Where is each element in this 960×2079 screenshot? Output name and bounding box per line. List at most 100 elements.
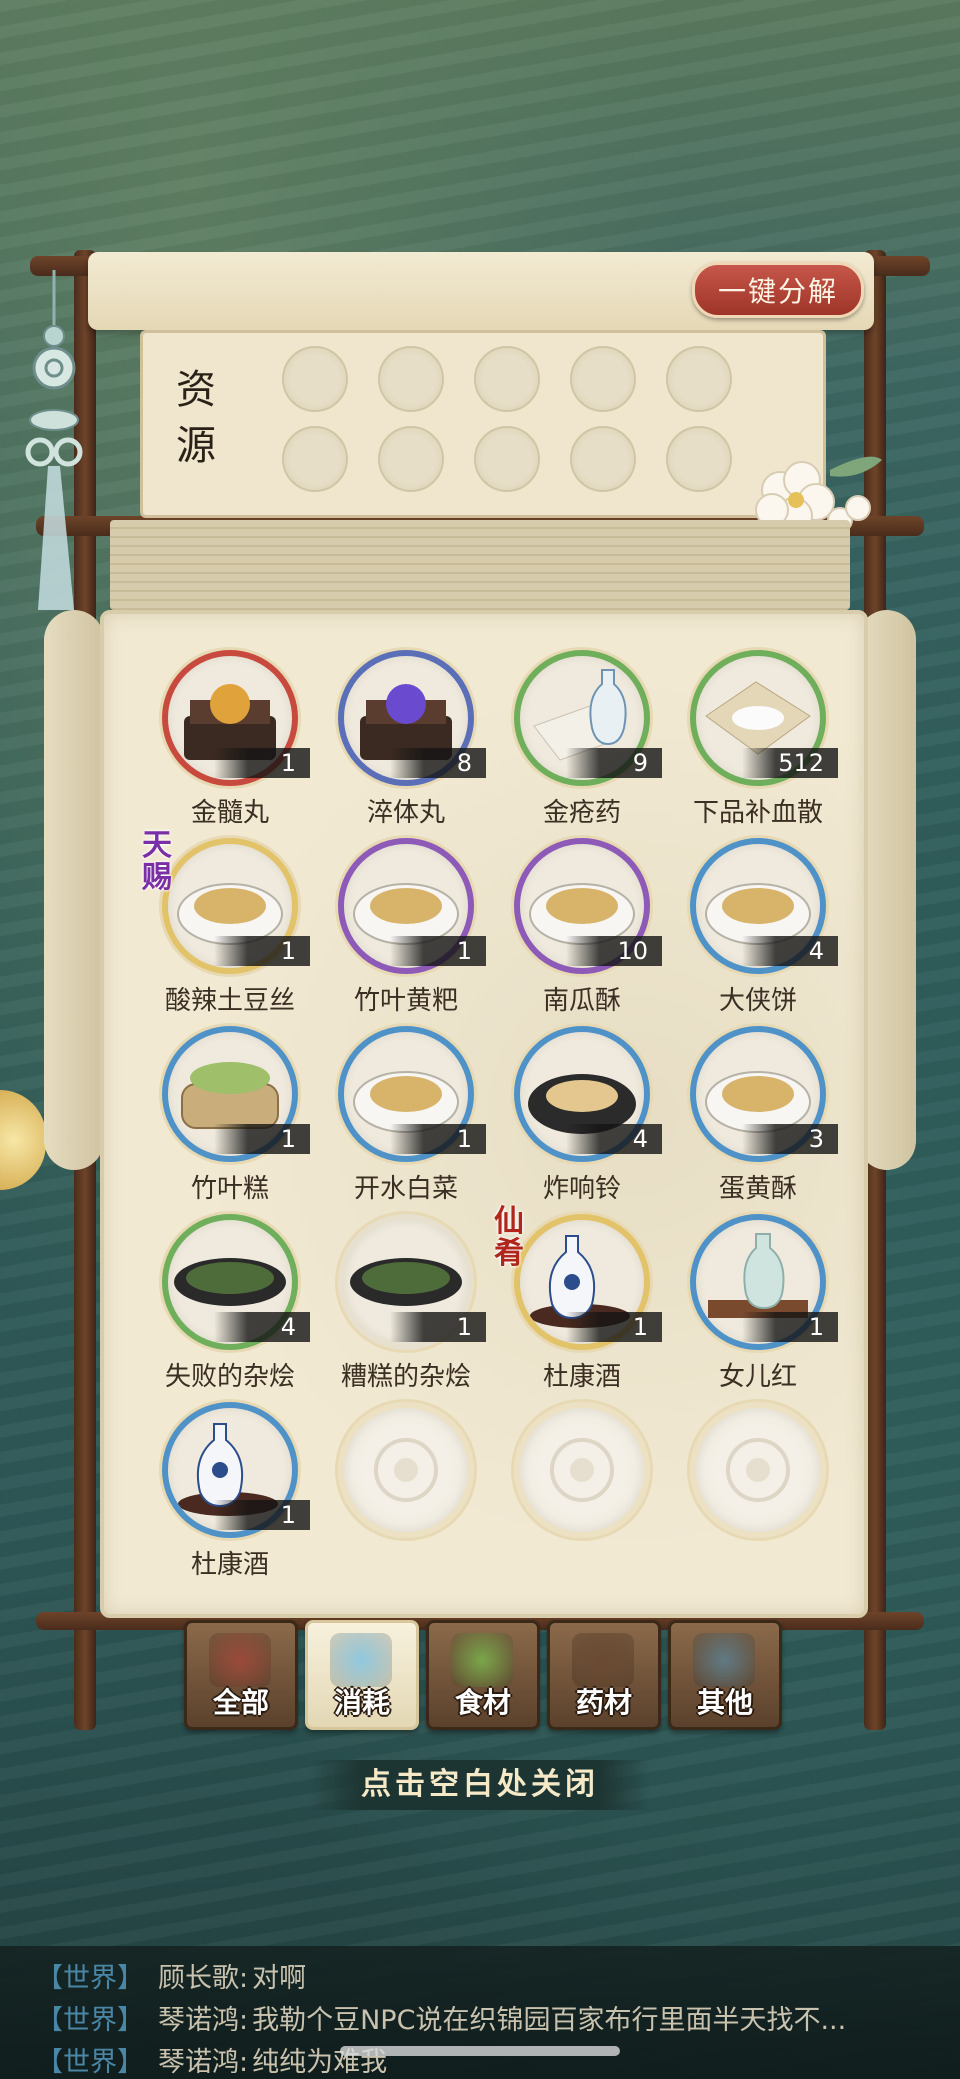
item-name: 杜康酒 bbox=[190, 1550, 269, 1580]
item-count: 9 bbox=[566, 748, 662, 778]
tab-icon bbox=[330, 1633, 392, 1687]
item-name: 开水白菜 bbox=[353, 1174, 458, 1204]
empty-slot-icon bbox=[338, 1402, 474, 1538]
resource-slot[interactable] bbox=[570, 426, 636, 492]
resource-slot[interactable] bbox=[378, 426, 444, 492]
home-indicator[interactable] bbox=[340, 2046, 620, 2056]
item-name: 炸响铃 bbox=[542, 1174, 621, 1204]
resource-slot[interactable] bbox=[474, 426, 540, 492]
inventory-item[interactable]: 1 竹叶黄粑 bbox=[318, 838, 488, 1018]
tab-label: 食材 bbox=[454, 1686, 511, 1719]
item-name: 金髓丸 bbox=[190, 798, 269, 828]
item-name: 南瓜酥 bbox=[542, 986, 621, 1016]
inventory-item[interactable]: 1 开水白菜 bbox=[318, 1026, 488, 1206]
item-name: 淬体丸 bbox=[366, 798, 445, 828]
world-chat-panel[interactable]: 【世界】 顾长歌: 对啊 【世界】 琴诺鸿: 我勒个豆NPC说在织锦园百家布行里面半天找不… bbox=[0, 1946, 960, 2079]
item-count: 1 bbox=[214, 1124, 310, 1154]
chat-message: 【世界】 琴诺鸿: 纯纯为难我 bbox=[36, 2040, 387, 2079]
item-count: 1 bbox=[566, 1312, 662, 1342]
chat-channel: 【世界】 bbox=[36, 2047, 144, 2078]
tab-icon bbox=[693, 1633, 755, 1687]
chat-speaker: 琴诺鸿: bbox=[158, 2005, 249, 2036]
tab-all[interactable]: 全部 bbox=[184, 1620, 298, 1730]
inventory-item[interactable]: 3 蛋黄酥 bbox=[670, 1026, 840, 1206]
item-count: 4 bbox=[566, 1124, 662, 1154]
resource-title: 资源 bbox=[176, 367, 216, 469]
inventory-item[interactable]: 1 酸辣土豆丝 天赐 bbox=[142, 830, 312, 1018]
rolled-bamboo-curtain bbox=[110, 520, 850, 610]
chat-speaker: 顾长歌: bbox=[158, 1963, 249, 1994]
item-count: 1 bbox=[214, 748, 310, 778]
resource-slot[interactable] bbox=[474, 346, 540, 412]
resource-slot[interactable] bbox=[282, 346, 348, 412]
chat-channel: 【世界】 bbox=[36, 2005, 144, 2036]
item-name: 竹叶糕 bbox=[190, 1174, 269, 1204]
item-count: 1 bbox=[214, 1500, 310, 1530]
item-name: 蛋黄酥 bbox=[718, 1174, 797, 1204]
one-click-decompose-button[interactable]: 一键分解 bbox=[692, 262, 864, 318]
item-name: 下品补血散 bbox=[692, 798, 823, 828]
inventory-item[interactable]: 4 炸响铃 bbox=[494, 1026, 664, 1206]
empty-slot-icon bbox=[690, 1402, 826, 1538]
chat-message: 【世界】 琴诺鸿: 我勒个豆NPC说在织锦园百家布行里面半天找不... bbox=[36, 1998, 846, 2037]
empty-item-slot[interactable] bbox=[318, 1402, 488, 1582]
item-quality-tag: 天赐 bbox=[142, 828, 172, 895]
tab-herb[interactable]: 药材 bbox=[547, 1620, 661, 1730]
resource-slot[interactable] bbox=[570, 346, 636, 412]
chat-message: 【世界】 顾长歌: 对啊 bbox=[36, 1956, 306, 1995]
inventory-item[interactable]: 8 淬体丸 bbox=[318, 650, 488, 830]
tab-other[interactable]: 其他 bbox=[668, 1620, 782, 1730]
inventory-item[interactable]: 9 金疮药 bbox=[494, 650, 664, 830]
close-hint-text[interactable]: 点击空白处关闭 bbox=[310, 1760, 650, 1810]
tab-label: 消耗 bbox=[333, 1686, 390, 1719]
inventory-item[interactable]: 1 杜康酒 仙肴 bbox=[494, 1206, 664, 1394]
item-name: 失败的杂烩 bbox=[164, 1362, 295, 1392]
item-name: 杜康酒 bbox=[542, 1362, 621, 1392]
tab-icon bbox=[572, 1633, 634, 1687]
resource-slot[interactable] bbox=[378, 346, 444, 412]
item-name: 糟糕的杂烩 bbox=[340, 1362, 471, 1392]
inventory-item[interactable]: 4 大侠饼 bbox=[670, 838, 840, 1018]
item-count: 4 bbox=[742, 936, 838, 966]
item-count: 1 bbox=[742, 1312, 838, 1342]
chat-speaker: 琴诺鸿: bbox=[158, 2047, 249, 2078]
item-count: 1 bbox=[390, 1124, 486, 1154]
tab-ingredient[interactable]: 食材 bbox=[426, 1620, 540, 1730]
inventory-item[interactable]: 512 下品补血散 bbox=[670, 650, 840, 830]
tab-label: 全部 bbox=[212, 1686, 269, 1719]
item-name: 大侠饼 bbox=[718, 986, 797, 1016]
item-name: 金疮药 bbox=[542, 798, 621, 828]
tab-icon bbox=[209, 1633, 271, 1687]
resource-slot[interactable] bbox=[666, 346, 732, 412]
item-count: 8 bbox=[390, 748, 486, 778]
tab-label: 其他 bbox=[696, 1686, 753, 1719]
tab-label: 药材 bbox=[575, 1686, 632, 1719]
inventory-item[interactable]: 1 糟糕的杂烩 bbox=[318, 1214, 488, 1394]
item-count: 1 bbox=[390, 936, 486, 966]
inventory-item[interactable]: 1 金髓丸 bbox=[142, 650, 312, 830]
jade-ornament-icon bbox=[25, 270, 83, 610]
item-count: 512 bbox=[742, 748, 838, 778]
item-count: 10 bbox=[566, 936, 662, 966]
chat-text: 对啊 bbox=[252, 1963, 307, 1994]
empty-item-slot[interactable] bbox=[670, 1402, 840, 1582]
inventory-item[interactable]: 1 女儿红 bbox=[670, 1214, 840, 1394]
chat-channel: 【世界】 bbox=[36, 1963, 144, 1994]
empty-slot-icon bbox=[514, 1402, 650, 1538]
item-count: 1 bbox=[390, 1312, 486, 1342]
item-count: 3 bbox=[742, 1124, 838, 1154]
item-quality-tag: 仙肴 bbox=[494, 1204, 524, 1271]
empty-item-slot[interactable] bbox=[494, 1402, 664, 1582]
tab-consumable[interactable]: 消耗 bbox=[305, 1620, 419, 1730]
tab-icon bbox=[451, 1633, 513, 1687]
drape-left bbox=[44, 610, 104, 1170]
inventory-item[interactable]: 4 失败的杂烩 bbox=[142, 1214, 312, 1394]
inventory-item[interactable]: 1 杜康酒 bbox=[142, 1402, 312, 1582]
inventory-item[interactable]: 10 南瓜酥 bbox=[494, 838, 664, 1018]
item-name: 酸辣土豆丝 bbox=[164, 986, 295, 1016]
resource-slot[interactable] bbox=[282, 426, 348, 492]
item-name: 女儿红 bbox=[718, 1362, 797, 1392]
item-name: 竹叶黄粑 bbox=[353, 986, 458, 1016]
inventory-item[interactable]: 1 竹叶糕 bbox=[142, 1026, 312, 1206]
item-count: 1 bbox=[214, 936, 310, 966]
